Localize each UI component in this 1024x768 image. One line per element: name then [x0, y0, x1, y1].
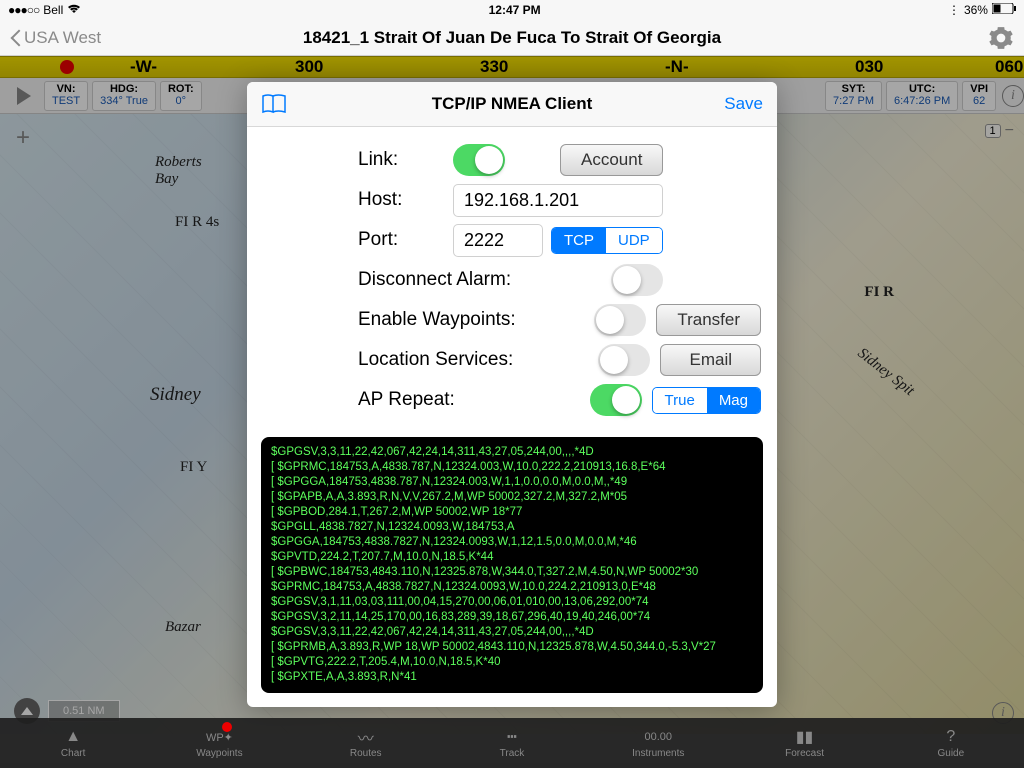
location-switch[interactable]	[598, 344, 650, 376]
nav-bar: USA West 18421_1 Strait Of Juan De Fuca …	[0, 20, 1024, 56]
page-title: 18421_1 Strait Of Juan De Fuca To Strait…	[303, 28, 721, 48]
waypoints-switch[interactable]	[594, 304, 646, 336]
disconnect-switch[interactable]	[611, 264, 663, 296]
instruments-icon: 00.00	[645, 727, 673, 747]
email-button[interactable]: Email	[660, 344, 761, 376]
save-button[interactable]: Save	[724, 94, 763, 114]
forecast-icon: ▮▮	[796, 727, 814, 747]
chart-icon: ▲	[65, 727, 81, 747]
bookmark-button[interactable]	[261, 93, 287, 115]
bluetooth-icon: ⋮	[948, 3, 960, 17]
status-bar: ●●●○○ Bell 12:47 PM ⋮ 36%	[0, 0, 1024, 20]
routes-icon: 〰	[358, 727, 374, 747]
tab-track[interactable]: ┅Track	[439, 718, 585, 768]
chevron-left-icon	[10, 29, 22, 47]
heading-segment: True Mag	[652, 387, 761, 414]
guide-icon: ?	[946, 727, 955, 747]
link-switch[interactable]	[453, 144, 505, 176]
battery-icon	[992, 3, 1016, 17]
port-label: Port:	[263, 229, 453, 251]
waypoints-label: Enable Waypoints:	[263, 309, 533, 331]
modal-title: TCP/IP NMEA Client	[432, 94, 593, 114]
status-time: 12:47 PM	[489, 3, 541, 17]
battery-percent: 36%	[964, 3, 988, 17]
carrier-label: Bell	[43, 3, 63, 17]
back-label: USA West	[24, 28, 101, 48]
tab-routes[interactable]: 〰Routes	[293, 718, 439, 768]
disconnect-label: Disconnect Alarm:	[263, 269, 533, 291]
tab-instruments[interactable]: 00.00Instruments	[585, 718, 731, 768]
nmea-log: $GPGSV,3,3,11,22,42,067,42,24,14,311,43,…	[261, 437, 763, 693]
ap-repeat-label: AP Repeat:	[263, 389, 533, 411]
true-option[interactable]: True	[653, 388, 707, 413]
modal-form: Link: Account Host: Port: TCP UDP Discon…	[247, 127, 777, 437]
tab-chart[interactable]: ▲Chart	[0, 718, 146, 768]
mag-option[interactable]: Mag	[707, 388, 760, 413]
track-icon: ┅	[507, 727, 517, 747]
tab-bar: ▲Chart WP✦Waypoints 〰Routes ┅Track 00.00…	[0, 718, 1024, 768]
location-label: Location Services:	[263, 349, 533, 371]
nmea-client-modal: TCP/IP NMEA Client Save Link: Account Ho…	[247, 82, 777, 707]
tcp-option[interactable]: TCP	[552, 228, 606, 253]
settings-button[interactable]	[988, 25, 1014, 51]
host-label: Host:	[263, 189, 453, 211]
protocol-segment: TCP UDP	[551, 227, 663, 254]
tab-guide[interactable]: ?Guide	[878, 718, 1024, 768]
tab-forecast[interactable]: ▮▮Forecast	[731, 718, 877, 768]
transfer-button[interactable]: Transfer	[656, 304, 761, 336]
port-input[interactable]	[453, 224, 543, 257]
signal-dots-icon: ●●●○○	[8, 3, 39, 17]
back-button[interactable]: USA West	[10, 28, 101, 48]
modal-header: TCP/IP NMEA Client Save	[247, 82, 777, 127]
account-button[interactable]: Account	[560, 144, 663, 176]
tab-waypoints[interactable]: WP✦Waypoints	[146, 718, 292, 768]
udp-option[interactable]: UDP	[606, 228, 662, 253]
ap-repeat-switch[interactable]	[590, 384, 642, 416]
wifi-icon	[67, 3, 81, 17]
host-input[interactable]	[453, 184, 663, 217]
link-label: Link:	[263, 149, 453, 171]
